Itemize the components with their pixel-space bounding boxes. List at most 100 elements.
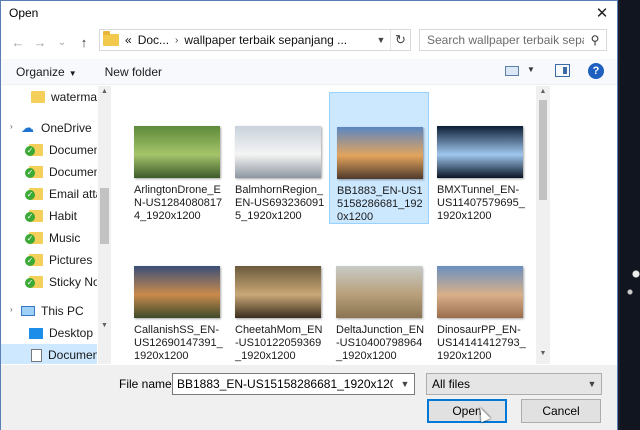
file-name: CheetahMom_EN-US10122059369_1920x1200 [235,324,323,362]
sidebar-item[interactable]: Sticky Notes [1,271,97,293]
new-folder-button[interactable]: New folder [105,65,162,79]
background-graphic [622,250,640,310]
folder-icon [25,254,43,266]
open-dialog: Open ✕ ← → ⌄ ↑ « Doc... › wallpaper terb… [0,0,618,430]
file-item[interactable]: BB1883_EN-US15158286681_1920x1200 [329,92,429,224]
search-box[interactable]: ⚲ [419,29,607,51]
file-name-input[interactable] [173,377,393,391]
close-icon[interactable]: ✕ [587,1,617,25]
file-item[interactable]: DinosaurPP_EN-US14141412793_1920x1200 [430,232,530,364]
chevron-down-icon[interactable]: ▼ [372,35,390,45]
scroll-down-icon[interactable]: ▼ [98,322,111,329]
open-button[interactable]: Open [427,399,507,423]
file-item[interactable]: CheetahMom_EN-US10122059369_1920x1200 [228,232,328,364]
file-name: BMXTunnel_EN-US11407579695_1920x1200 [437,184,525,222]
folder-icon [25,210,43,222]
desktop-icon [29,327,43,339]
dialog-footer: File name: ▼ All files ▼ Open Cancel [1,365,617,430]
sidebar-item-label: Pictures [49,253,93,267]
chevron-down-icon[interactable]: ▼ [396,379,414,389]
address-bar[interactable]: « Doc... › wallpaper terbaik sepanjang .… [99,29,411,51]
file-thumbnail [337,127,423,179]
change-view-icon[interactable] [505,66,519,76]
up-arrow-icon[interactable]: ↑ [75,31,93,53]
navigation-scrollbar[interactable]: ▲ ▼ [98,86,111,364]
sidebar-item[interactable]: Documents [1,344,97,364]
sidebar-item[interactable]: Documents [1,161,97,183]
sidebar-item[interactable]: Habit [1,205,97,227]
search-input[interactable] [427,33,584,47]
recent-locations-icon[interactable]: ⌄ [53,31,71,53]
file-name: DinosaurPP_EN-US14141412793_1920x1200 [437,324,526,362]
sidebar-item[interactable]: Email attachments [1,183,97,205]
file-thumbnail [235,266,321,318]
breadcrumb-item[interactable]: Doc... [138,33,169,47]
sidebar-item-label: Email attachments [49,187,97,201]
sidebar-item[interactable]: watermark [1,86,97,108]
sidebar-item-label: This PC [41,304,84,318]
sidebar-item-label: OneDrive [41,121,92,135]
file-item[interactable]: BMXTunnel_EN-US11407579695_1920x1200 [430,92,530,224]
breadcrumb: « Doc... › wallpaper terbaik sepanjang .… [125,33,347,47]
file-name: CallanishSS_EN-US12690147391_1920x1200 [134,324,223,362]
scrollbar-thumb[interactable] [100,188,109,244]
file-type-select[interactable]: All files ▼ [426,373,602,395]
sidebar-item[interactable]: Documents [1,139,97,161]
file-item[interactable]: DeltaJunction_EN-US10400798964_1920x1200 [329,232,429,364]
folder-icon [25,276,43,288]
cancel-button[interactable]: Cancel [521,399,601,423]
file-name: ArlingtonDrone_EN-US12840808174_1920x120… [134,184,223,222]
help-icon[interactable]: ? [588,63,604,79]
document-icon [31,348,42,362]
file-name-combo[interactable]: ▼ [172,373,415,395]
scroll-up-icon[interactable]: ▲ [536,88,550,95]
file-item[interactable]: BalmhornRegion_EN-US6932360915_1920x1200 [228,92,328,224]
search-icon[interactable]: ⚲ [584,33,606,47]
command-bar: Organize ▼ New folder ▼ ? [1,59,617,85]
view-options-caret-icon[interactable]: ▼ [527,65,535,74]
file-thumbnail [336,266,422,318]
expand-chevron-icon[interactable]: › [10,122,13,131]
folder-icon [103,31,119,46]
file-item[interactable]: CallanishSS_EN-US12690147391_1920x1200 [127,232,227,364]
file-name: BB1883_EN-US15158286681_1920x1200 [337,185,423,223]
sidebar-item[interactable]: This PC [1,300,97,322]
file-thumbnail [235,126,321,178]
sidebar-item-label: Documents [49,165,97,179]
forward-arrow-icon[interactable]: → [31,31,49,53]
sidebar-item[interactable]: ☁ OneDrive [1,117,97,139]
sidebar-item-label: Documents [48,348,97,362]
sidebar-item-label: watermark [51,90,97,104]
sidebar-item[interactable]: Music [1,227,97,249]
cloud-icon: ☁ [21,120,34,135]
file-list-scrollbar[interactable]: ▲ ▼ [536,86,550,364]
sidebar-item[interactable]: Pictures [1,249,97,271]
organize-label: Organize [16,64,65,79]
file-thumbnail [134,266,220,318]
sidebar-item[interactable]: Desktop [1,322,97,344]
breadcrumb-overflow[interactable]: « [125,33,132,47]
file-item[interactable]: ArlingtonDrone_EN-US12840808174_1920x120… [127,92,227,224]
sidebar-item-label: Music [49,231,81,245]
breadcrumb-separator[interactable]: › [175,35,178,46]
scroll-down-icon[interactable]: ▼ [536,350,550,357]
scroll-up-icon[interactable]: ▲ [98,88,111,95]
scrollbar-thumb[interactable] [539,100,547,200]
preview-pane-icon[interactable] [555,64,570,77]
organize-menu[interactable]: Organize ▼ [16,65,77,79]
dialog-title: Open [9,6,39,20]
file-name: DeltaJunction_EN-US10400798964_1920x1200 [336,324,425,362]
caret-down-icon: ▼ [68,68,77,78]
breadcrumb-item[interactable]: wallpaper terbaik sepanjang ... [184,33,347,47]
background-window [572,0,640,430]
chevron-down-icon[interactable]: ▼ [583,379,601,389]
refresh-icon[interactable]: ↻ [390,30,410,50]
file-list: ArlingtonDrone_EN-US12840808174_1920x120… [113,86,535,364]
file-thumbnail [437,266,523,318]
expand-chevron-icon[interactable]: › [10,305,13,314]
folder-icon [25,166,43,178]
back-arrow-icon[interactable]: ← [9,31,27,53]
file-thumbnail [134,126,220,178]
sidebar-item-label: Sticky Notes [49,275,97,289]
sidebar-item-label: Habit [49,209,78,223]
